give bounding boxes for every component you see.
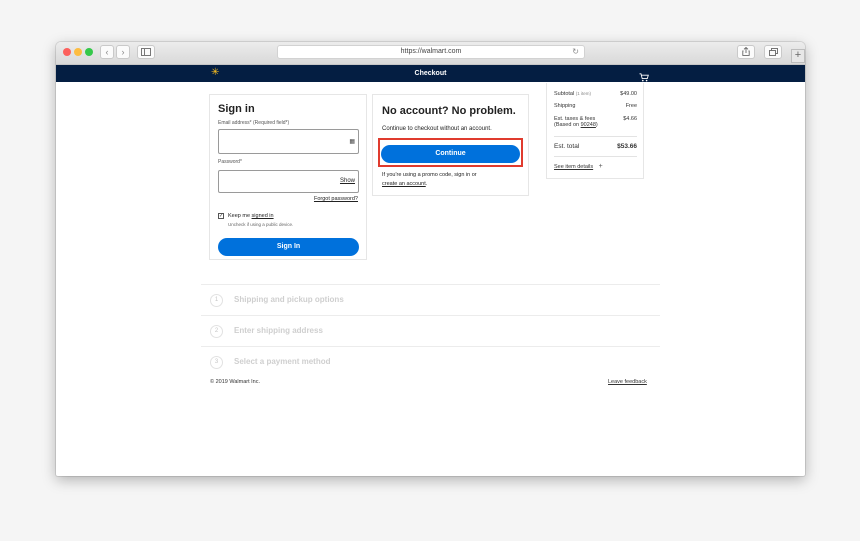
subtotal-value: $49.00: [620, 91, 637, 97]
signed-in-link[interactable]: signed in: [252, 213, 274, 219]
sign-in-button[interactable]: Sign In: [218, 238, 359, 256]
close-window-button[interactable]: [63, 48, 71, 56]
step-divider: [201, 346, 660, 347]
total-label: Est. total: [554, 143, 580, 150]
step-shipping-options: Shipping and pickup options: [234, 295, 344, 304]
no-account-subtitle: Continue to checkout without an account.: [382, 126, 492, 132]
item-details-row[interactable]: See item details +: [554, 163, 637, 170]
step-number: 3: [210, 356, 223, 369]
subtotal-label: Subtotal: [554, 91, 575, 97]
leave-feedback-link[interactable]: Leave feedback: [608, 379, 647, 385]
total-value: $53.66: [617, 143, 637, 150]
subtotal-row: Subtotal (1 item) $49.00: [554, 91, 637, 97]
address-bar[interactable]: https://walmart.com ↻: [277, 45, 585, 59]
subtotal-count: (1 item): [575, 91, 591, 96]
forward-button[interactable]: ›: [116, 45, 130, 59]
no-account-title: No account? No problem.: [382, 105, 516, 117]
create-account-line: create an account.: [382, 181, 427, 187]
copyright-text: © 2019 Walmart Inc.: [210, 379, 261, 385]
forgot-password-link[interactable]: Forgot password?: [314, 196, 358, 202]
create-account-suffix: .: [425, 181, 428, 187]
signin-title: Sign in: [218, 103, 255, 115]
step-divider: [201, 284, 660, 285]
summary-divider: [554, 156, 637, 157]
keep-signed-in-text: Keep me: [228, 213, 252, 219]
show-password-link[interactable]: Show: [340, 178, 355, 184]
share-button[interactable]: [737, 45, 755, 59]
order-summary-card: Subtotal (1 item) $49.00 Shipping Free E…: [546, 83, 644, 179]
chevron-right-icon: ›: [121, 47, 125, 57]
password-label: Password*: [218, 159, 242, 165]
shipping-value: Free: [625, 103, 637, 109]
keep-signed-in-hint: Uncheck if using a public device.: [228, 222, 294, 227]
email-label: Email address* (Required field*): [218, 120, 290, 126]
chevron-left-icon: ‹: [105, 47, 109, 57]
expand-plus-icon[interactable]: +: [599, 163, 603, 170]
shipping-row: Shipping Free: [554, 103, 637, 109]
taxes-based-prefix: (Based on: [554, 122, 581, 128]
browser-window: ‹ › https://walmart.com ↻ + ✳ Checkout S…: [56, 42, 805, 476]
step-divider: [201, 315, 660, 316]
step-payment-method: Select a payment method: [234, 357, 331, 366]
see-item-details-link[interactable]: See item details: [554, 164, 593, 170]
promo-text: If you're using a promo code, sign in or: [382, 172, 477, 178]
share-icon: [742, 46, 750, 56]
password-field[interactable]: Show: [218, 170, 359, 193]
keep-signed-in-checkbox[interactable]: ✓: [218, 213, 224, 219]
keep-signed-in-label: Keep me signed in: [228, 213, 274, 219]
taxes-based-suffix: ): [595, 122, 598, 128]
sidebar-icon: [141, 48, 151, 56]
total-row: Est. total $53.66: [554, 143, 637, 150]
step-shipping-address: Enter shipping address: [234, 326, 323, 335]
site-header: ✳ Checkout: [56, 65, 805, 82]
summary-divider: [554, 136, 637, 137]
reload-icon[interactable]: ↻: [572, 46, 579, 58]
taxes-row: Est. taxes & fees (Based on 90248) $4.66: [554, 116, 637, 128]
shipping-label: Shipping: [554, 103, 576, 109]
create-account-link[interactable]: create an account: [382, 181, 426, 187]
sidebar-toggle-button[interactable]: [137, 45, 155, 59]
page-title: Checkout: [414, 70, 447, 77]
taxes-value: $4.66: [623, 116, 637, 122]
signin-card: Sign in Email address* (Required field*)…: [209, 94, 367, 260]
minimize-window-button[interactable]: [74, 48, 82, 56]
keyboard-icon: ▦: [349, 139, 355, 145]
step-number: 2: [210, 325, 223, 338]
continue-highlight-box: [378, 138, 523, 167]
plus-icon: +: [794, 49, 802, 61]
back-button[interactable]: ‹: [100, 45, 114, 59]
tabs-overview-button[interactable]: [764, 45, 782, 59]
new-tab-button[interactable]: +: [791, 49, 805, 63]
checkmark-icon: ✓: [219, 213, 224, 219]
zip-code-link[interactable]: 90248: [581, 122, 596, 128]
tabs-icon: [768, 48, 778, 56]
email-field[interactable]: ▦: [218, 129, 359, 154]
url-text: https://walmart.com: [400, 48, 462, 55]
browser-toolbar: ‹ › https://walmart.com ↻ +: [56, 42, 805, 65]
step-number: 1: [210, 294, 223, 307]
zoom-window-button[interactable]: [85, 48, 93, 56]
